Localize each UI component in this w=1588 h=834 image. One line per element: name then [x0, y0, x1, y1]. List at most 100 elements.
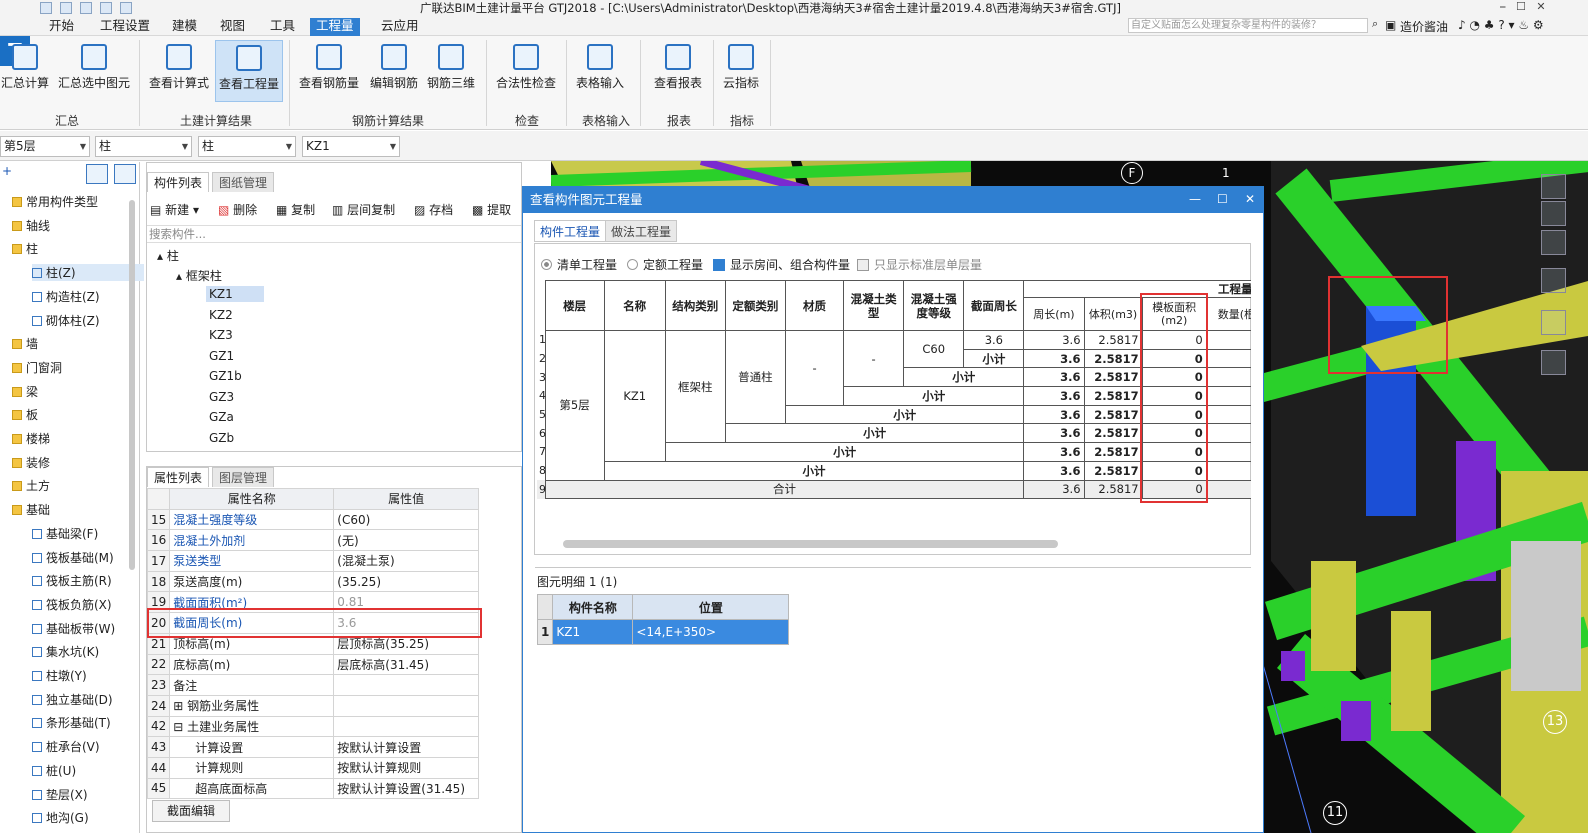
view-front-icon[interactable] [1541, 230, 1566, 255]
tab-property-list[interactable]: 属性列表 [147, 467, 210, 487]
standard-floor-checkbox[interactable]: 只显示标准层单层量 [857, 256, 982, 273]
bell-icon[interactable]: ♪ ◔ ♣ ? ▾ ♨ ⚙ [1458, 18, 1544, 32]
view-orbit-icon[interactable] [1541, 310, 1566, 335]
menu-cloud[interactable]: 云应用 [375, 18, 425, 36]
view-layers-icon[interactable] [1541, 350, 1566, 375]
close-icon[interactable]: ✕ [1245, 192, 1255, 206]
table-row[interactable]: 16 混凝土外加剂 (无) [146, 529, 479, 552]
bill-quantity-radio[interactable]: 清单工程量 [541, 256, 617, 273]
tab-component-list[interactable]: 构件列表 [147, 172, 210, 192]
nav-item[interactable]: 柱 [12, 240, 38, 257]
tree-item[interactable]: GZb [206, 430, 237, 446]
view-formula-button[interactable]: 查看计算式 [146, 40, 212, 102]
undo-icon[interactable] [60, 2, 72, 14]
validity-check-button[interactable]: 合法性检查 [492, 40, 560, 102]
view-3d-cube-icon[interactable] [1541, 268, 1566, 293]
extract-button[interactable]: ▩ 提取 [472, 201, 511, 218]
open-icon[interactable] [100, 2, 112, 14]
new-button[interactable]: ▤ 新建 ▾ [150, 201, 199, 218]
menu-modeling[interactable]: 建模 [166, 18, 203, 36]
cloud-index-button[interactable]: 云指标 [718, 40, 764, 102]
nav-item[interactable]: 楼梯 [12, 430, 50, 447]
nav-item[interactable]: 独立基础(D) [32, 691, 113, 708]
view-rotate-icon[interactable] [1541, 174, 1566, 199]
card-view-icon[interactable] [114, 164, 136, 184]
nav-item[interactable]: 基础 [12, 501, 50, 518]
collapse-icon[interactable]: ⊟ [173, 720, 187, 734]
tree-item[interactable]: GZa [206, 409, 237, 425]
nav-item[interactable]: 墙 [12, 335, 38, 352]
table-row[interactable]: 22 底标高(m) 层底标高(31.45) [146, 653, 479, 676]
type-select[interactable]: 柱 ▼ [198, 136, 296, 157]
nav-item[interactable]: 土方 [12, 477, 50, 494]
tree-group[interactable]: ▴ 框架柱 [176, 267, 222, 284]
show-room-checkbox[interactable]: 显示房间、组合构件量 [713, 256, 850, 273]
menu-tools[interactable]: 工具 [264, 18, 301, 36]
archive-button[interactable]: ▨ 存档 [414, 201, 453, 218]
nav-item[interactable]: 轴线 [12, 217, 50, 234]
nav-item[interactable]: 砌体柱(Z) [32, 312, 100, 329]
nav-item[interactable]: 板 [12, 406, 38, 423]
nav-item[interactable]: 垫层(X) [32, 786, 88, 803]
nav-item[interactable]: 柱(Z) [32, 264, 144, 282]
help-search-input[interactable]: 自定义贴面怎么处理复杂零星构件的装修？ [1128, 18, 1368, 33]
nav-item[interactable]: 筏板主筋(R) [32, 572, 112, 589]
nav-item[interactable]: 装修 [12, 454, 50, 471]
horizontal-scrollbar[interactable] [563, 540, 1058, 548]
table-row[interactable]: 45 超高底面标高 按默认计算设置(31.45) [146, 777, 479, 800]
table-row[interactable]: 15 混凝土强度等级 (C60) [146, 508, 479, 531]
nav-item[interactable]: 桩承台(V) [32, 738, 100, 755]
add-icon[interactable]: + [2, 164, 12, 178]
view-quantity-button[interactable]: 查看工程量 [215, 40, 283, 102]
nav-item[interactable]: 基础梁(F) [32, 525, 98, 542]
sum-selected-button[interactable]: 汇总选中图元 [54, 40, 134, 102]
dialog-title[interactable]: 查看构件图元工程量 [523, 187, 1263, 213]
tree-item[interactable]: GZ1b [206, 368, 245, 384]
tree-item[interactable]: GZ1 [206, 348, 237, 364]
table-row[interactable]: 18 泵送高度(m) (35.25) [146, 570, 479, 593]
nav-item[interactable]: 柱墩(Y) [32, 667, 87, 684]
table-row[interactable]: 1 KZ1 <14,E+350> [536, 619, 790, 645]
table-row[interactable]: 24 ⊞ 钢筋业务属性 [146, 694, 479, 717]
menu-start[interactable]: 开始 [43, 18, 80, 36]
tab-layer-management[interactable]: 图层管理 [212, 467, 275, 487]
view-rebar-button[interactable]: 查看钢筋量 [296, 40, 362, 102]
expand-icon[interactable]: ⊞ [173, 699, 187, 713]
component-search-input[interactable]: 搜索构件... [147, 225, 521, 243]
nav-item[interactable]: 集水坑(K) [32, 643, 99, 660]
tree-item[interactable]: KZ2 [206, 307, 236, 323]
save-icon[interactable] [40, 2, 52, 14]
category-select[interactable]: 柱 ▼ [95, 136, 192, 157]
nav-item[interactable]: 常用构件类型 [12, 193, 98, 210]
nav-item[interactable]: 构造柱(Z) [32, 288, 100, 305]
table-row[interactable]: 43 计算设置 按默认计算设置 [146, 736, 479, 758]
scrollbar[interactable] [129, 200, 135, 570]
view-2d-icon[interactable] [1541, 201, 1566, 226]
component-select[interactable]: KZ1 ▼ [302, 136, 400, 157]
nav-item[interactable]: 桩(U) [32, 762, 76, 779]
menu-view[interactable]: 视图 [214, 18, 251, 36]
nav-item[interactable]: 梁 [12, 383, 38, 400]
nav-item[interactable]: 筏板基础(M) [32, 549, 114, 566]
table-row[interactable]: 23 备注 [146, 674, 479, 696]
section-edit-button[interactable]: 截面编辑 [152, 800, 230, 822]
copy-button[interactable]: ▦ 复制 [276, 201, 315, 218]
list-view-icon[interactable] [86, 164, 108, 184]
maximize-icon[interactable]: ☐ [1217, 192, 1228, 206]
delete-button[interactable]: ▧ 删除 [218, 201, 257, 218]
quota-quantity-radio[interactable]: 定额工程量 [627, 256, 703, 273]
table-row[interactable]: 17 泵送类型 (混凝土泵) [146, 550, 479, 572]
edit-rebar-button[interactable]: 编辑钢筋 [366, 40, 422, 102]
tree-item[interactable]: KZ3 [206, 327, 236, 343]
menu-quantity[interactable]: 工程量 [310, 18, 360, 36]
tab-drawing-management[interactable]: 图纸管理 [212, 172, 275, 192]
floor-select[interactable]: 第5层 ▼ [0, 136, 90, 157]
nav-item[interactable]: 条形基础(T) [32, 714, 111, 731]
tree-item[interactable]: KZ1 [206, 286, 264, 302]
user-avatar-icon[interactable]: ▣ [1385, 18, 1396, 32]
cell-position[interactable]: <14,E+350> [632, 619, 790, 645]
redo-icon[interactable] [80, 2, 92, 14]
window-controls[interactable]: ⎯ ☐ ✕ [1500, 0, 1546, 14]
user-name[interactable]: 造价酱油 [1400, 18, 1448, 35]
rebar-3d-button[interactable]: 钢筋三维 [424, 40, 478, 102]
